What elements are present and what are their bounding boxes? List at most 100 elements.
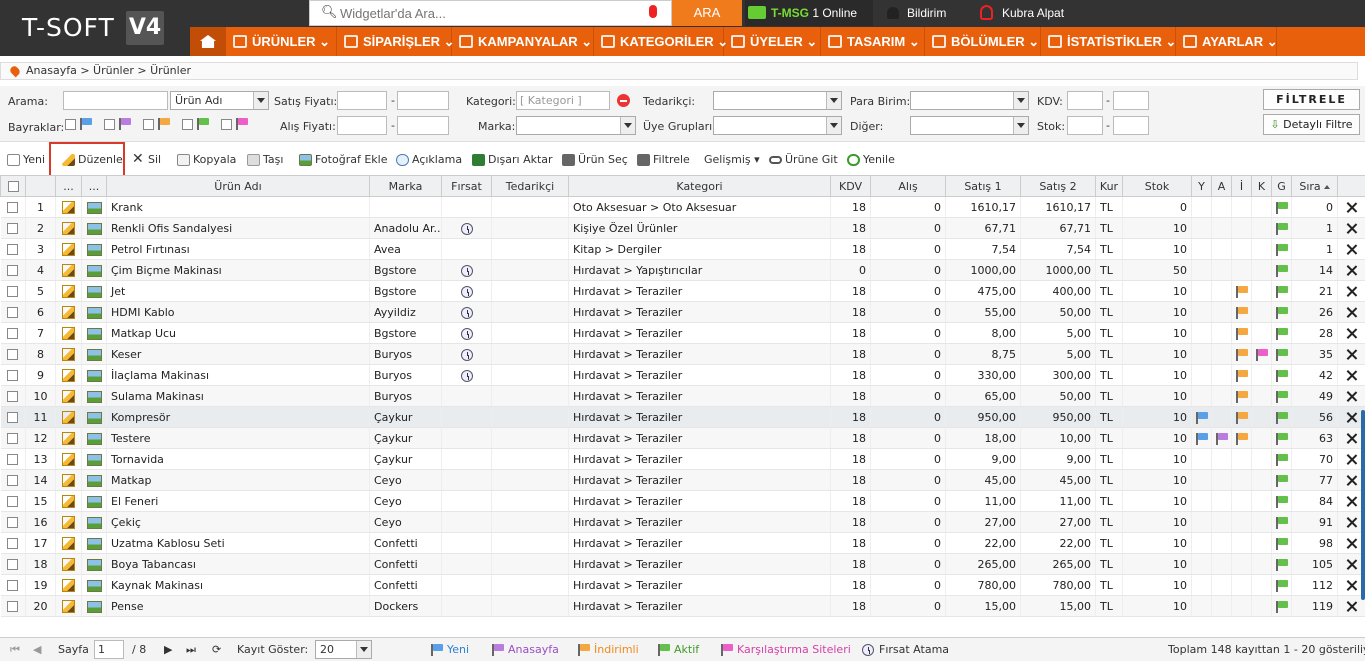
edit-cell[interactable]	[55, 532, 82, 554]
deal-cell[interactable]	[441, 427, 492, 449]
flag-a-cell[interactable]	[1211, 448, 1232, 470]
uye-gruplari-select[interactable]	[713, 116, 842, 135]
clear-category-icon[interactable]	[617, 94, 630, 107]
image-icon[interactable]	[86, 306, 102, 319]
green-flag-icon[interactable]	[1275, 432, 1288, 445]
product-name[interactable]: Tornavida	[106, 448, 370, 470]
table-row[interactable]: 19 Kaynak Makinası Confetti Hırdavat > Tera…	[0, 574, 1365, 596]
advanced-menu[interactable]: Gelişmiş ▾	[688, 148, 760, 172]
flag-y-cell[interactable]	[1191, 490, 1212, 512]
flag-g-cell[interactable]	[1271, 301, 1292, 323]
row-select-cell[interactable]	[0, 448, 26, 470]
edit-cell[interactable]	[55, 406, 82, 428]
row-select-cell[interactable]	[0, 301, 26, 323]
green-flag-icon[interactable]	[1275, 453, 1288, 466]
clock-icon[interactable]	[460, 264, 473, 277]
flag-a-cell[interactable]	[1211, 364, 1232, 386]
flag-i-cell[interactable]	[1231, 196, 1252, 218]
pencil-icon[interactable]	[62, 347, 75, 361]
delete-icon[interactable]	[1346, 433, 1357, 444]
select-all-checkbox[interactable]	[7, 181, 19, 192]
row-select-cell[interactable]	[0, 595, 26, 617]
deal-cell[interactable]	[441, 490, 492, 512]
flag-k-cell[interactable]	[1251, 238, 1272, 260]
nav-kategoriler[interactable]: KATEGORİLER ⌄	[594, 27, 728, 56]
flag-i-cell[interactable]	[1231, 259, 1252, 281]
deal-cell[interactable]	[441, 448, 492, 470]
flag-g-cell[interactable]	[1271, 196, 1292, 218]
pencil-icon[interactable]	[62, 578, 75, 592]
image-cell[interactable]	[81, 406, 107, 428]
flag-a-cell[interactable]	[1211, 553, 1232, 575]
col-sale1[interactable]: Satış 1	[945, 175, 1021, 197]
flag-g-cell[interactable]	[1271, 511, 1292, 533]
flag-k-cell[interactable]	[1251, 532, 1272, 554]
delete-icon[interactable]	[1346, 265, 1357, 276]
pencil-icon[interactable]	[62, 284, 75, 298]
image-icon[interactable]	[86, 495, 102, 508]
flag-i-cell[interactable]	[1231, 364, 1252, 386]
image-cell[interactable]	[81, 490, 107, 512]
pencil-icon[interactable]	[62, 473, 75, 487]
col-supplier[interactable]: Tedarikçi	[491, 175, 569, 197]
flag-k-cell[interactable]	[1251, 469, 1272, 491]
pink-flag-icon[interactable]	[1255, 348, 1268, 361]
col-brand[interactable]: Marka	[369, 175, 442, 197]
deal-cell[interactable]	[441, 280, 492, 302]
flag-g-cell[interactable]	[1271, 448, 1292, 470]
image-cell[interactable]	[81, 532, 107, 554]
flag-i-cell[interactable]	[1231, 406, 1252, 428]
table-row[interactable]: 5 Jet Bgstore Hırdavat > Teraziler 18 0 475,00…	[0, 280, 1365, 302]
nav-tasarim[interactable]: TASARIM ⌄	[821, 27, 925, 56]
green-flag-icon[interactable]	[1275, 411, 1288, 424]
table-row[interactable]: 12 Testere Çaykur Hırdavat > Teraziler 18 0 18…	[0, 427, 1365, 449]
flag-y-cell[interactable]	[1191, 448, 1212, 470]
row-checkbox[interactable]	[7, 328, 19, 339]
delete-icon[interactable]	[1346, 223, 1357, 234]
product-name[interactable]: Keser	[106, 343, 370, 365]
deal-cell[interactable]	[441, 343, 492, 365]
flag-i-cell[interactable]	[1231, 595, 1252, 617]
pencil-icon[interactable]	[62, 536, 75, 550]
flag-purple-checkbox[interactable]	[104, 119, 115, 130]
user-menu[interactable]: Kubra Alpat	[970, 0, 1080, 26]
delete-cell[interactable]	[1337, 301, 1365, 323]
row-checkbox[interactable]	[7, 496, 19, 507]
delete-icon[interactable]	[1346, 307, 1357, 318]
flag-k-cell[interactable]	[1251, 553, 1272, 575]
prev-page-icon[interactable]: ◀	[33, 643, 41, 657]
col-kdv[interactable]: KDV	[830, 175, 871, 197]
filter-toolbar-button[interactable]: Filtrele	[636, 148, 690, 172]
row-select-cell[interactable]	[0, 427, 26, 449]
edit-cell[interactable]	[55, 469, 82, 491]
flag-k-cell[interactable]	[1251, 196, 1272, 218]
delete-icon[interactable]	[1346, 349, 1357, 360]
col-i[interactable]: İ	[1231, 175, 1252, 197]
pencil-icon[interactable]	[62, 389, 75, 403]
edit-cell[interactable]	[55, 574, 82, 596]
add-photo-button[interactable]: Fotoğraf Ekle	[298, 148, 387, 172]
orange-flag-icon[interactable]	[1235, 411, 1248, 424]
flag-i-cell[interactable]	[1231, 385, 1252, 407]
flag-a-cell[interactable]	[1211, 322, 1232, 344]
row-select-cell[interactable]	[0, 259, 26, 281]
last-page-icon[interactable]: ⏭	[186, 643, 196, 657]
flag-y-cell[interactable]	[1191, 385, 1212, 407]
row-checkbox[interactable]	[7, 601, 19, 612]
green-flag-icon[interactable]	[1275, 390, 1288, 403]
delete-icon[interactable]	[1346, 475, 1357, 486]
alis-max-input[interactable]	[397, 116, 449, 135]
notifications-button[interactable]: Bildirim	[877, 0, 967, 26]
flag-k-cell[interactable]	[1251, 574, 1272, 596]
row-select-cell[interactable]	[0, 322, 26, 344]
deal-cell[interactable]	[441, 196, 492, 218]
flag-y-cell[interactable]	[1191, 364, 1212, 386]
nav-bolumler[interactable]: BÖLÜMLER ⌄	[925, 27, 1041, 56]
side-scroll-indicator[interactable]	[1361, 410, 1365, 600]
delete-icon[interactable]	[1346, 412, 1357, 423]
orange-flag-icon[interactable]	[1235, 369, 1248, 382]
row-checkbox[interactable]	[7, 307, 19, 318]
flag-k-cell[interactable]	[1251, 595, 1272, 617]
flag-y-cell[interactable]	[1191, 427, 1212, 449]
row-checkbox[interactable]	[7, 391, 19, 402]
